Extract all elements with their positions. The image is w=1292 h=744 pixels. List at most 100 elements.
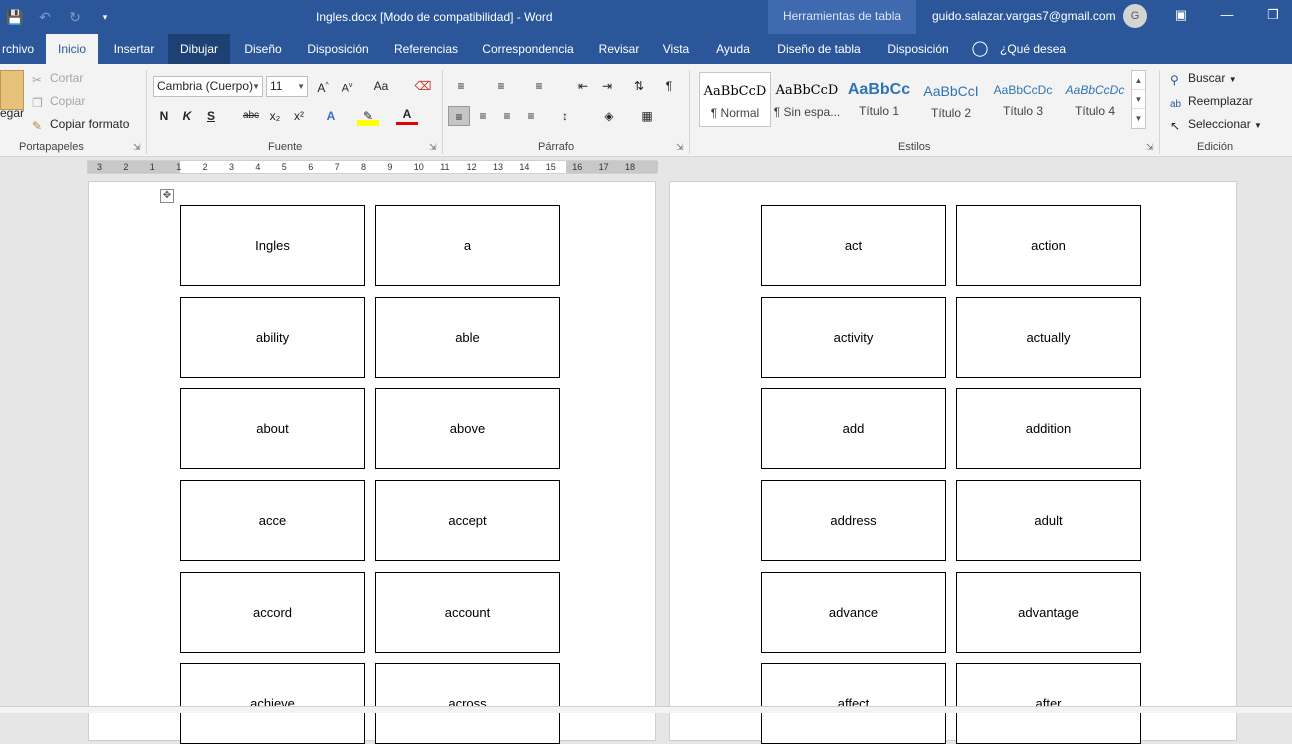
font-size-combo[interactable]: 11 ▼ (266, 76, 308, 97)
style-normal[interactable]: AaBbCcD ¶ Normal (699, 72, 771, 127)
save-icon[interactable]: 💾 (0, 9, 30, 26)
more-styles-icon[interactable]: ▼ (1132, 109, 1145, 128)
find-button[interactable]: ⚲ Buscar ▼ (1170, 71, 1237, 87)
strikethrough-button[interactable]: abc (240, 106, 262, 126)
styles-launcher-icon[interactable]: ⇲ (1146, 142, 1154, 153)
style-heading-3[interactable]: AaBbCcDc Título 3 (987, 72, 1059, 127)
table-cell[interactable]: add (761, 388, 946, 469)
tab-table-layout[interactable]: Disposición (880, 34, 956, 64)
style-heading-1[interactable]: AaBbCc Título 1 (843, 72, 915, 127)
tab-view[interactable]: Vista (656, 34, 696, 64)
account-email[interactable]: guido.salazar.vargas7@gmail.com (932, 9, 1116, 23)
format-painter-button[interactable]: ✎ Copiar formato (32, 117, 129, 133)
table-cell[interactable]: after (956, 663, 1141, 744)
horizontal-ruler[interactable]: 3 2 1 1 2 3 4 5 6 7 8 9 10 11 12 13 14 15 16 17 18 (87, 160, 658, 174)
tab-references[interactable]: Referencias (388, 34, 464, 64)
table-cell[interactable]: above (375, 388, 560, 469)
ribbon-display-icon[interactable]: ▣ (1158, 0, 1204, 32)
table-cell[interactable]: accept (375, 480, 560, 561)
borders-icon[interactable]: ▦ (636, 106, 658, 126)
tell-me-search[interactable]: ¿Qué desea hacer? (1000, 34, 1106, 86)
styles-gallery-scroll[interactable]: ▲ ▼ ▼ (1131, 70, 1146, 129)
font-launcher-icon[interactable]: ⇲ (429, 142, 437, 153)
table-cell[interactable]: affect (761, 663, 946, 744)
increase-indent-icon[interactable]: ⇥ (596, 76, 618, 96)
align-right-button[interactable]: ≡ (496, 106, 518, 126)
table-cell[interactable]: advantage (956, 572, 1141, 653)
line-spacing-icon[interactable]: ↕ (554, 106, 576, 126)
tab-table-design[interactable]: Diseño de tabla (770, 34, 868, 64)
tab-mailings[interactable]: Correspondencia (476, 34, 580, 64)
minimize-icon[interactable]: — (1204, 0, 1250, 32)
font-color-icon[interactable]: A (396, 106, 418, 125)
restore-icon[interactable]: ❐ (1250, 0, 1292, 32)
underline-button[interactable]: S (200, 106, 222, 126)
align-left-button[interactable]: ≡ (448, 106, 470, 126)
table-cell[interactable]: about (180, 388, 365, 469)
table-cell[interactable]: ability (180, 297, 365, 378)
table-cell[interactable]: Ingles (180, 205, 365, 286)
tab-layout[interactable]: Disposición (300, 34, 376, 64)
table-cell[interactable]: achieve (180, 663, 365, 744)
table-cell[interactable]: across (375, 663, 560, 744)
highlight-icon[interactable]: ✎ (357, 106, 379, 126)
document-area[interactable]: Ingles a ability able about above acce a… (0, 176, 1292, 744)
table-cell[interactable]: account (375, 572, 560, 653)
table-cell[interactable]: address (761, 480, 946, 561)
multilevel-list-icon[interactable]: ≡ (528, 76, 550, 96)
font-name-combo[interactable]: Cambria (Cuerpo) ▼ (153, 76, 263, 97)
align-center-button[interactable]: ≡ (472, 106, 494, 126)
paste-button[interactable]: egar (0, 106, 24, 120)
avatar[interactable]: G (1123, 4, 1147, 28)
superscript-button[interactable]: x² (288, 106, 310, 126)
clipboard-launcher-icon[interactable]: ⇲ (133, 142, 141, 153)
table-cell[interactable]: able (375, 297, 560, 378)
style-no-spacing[interactable]: AaBbCcD ¶ Sin espa... (771, 72, 843, 127)
table-cell[interactable]: acce (180, 480, 365, 561)
subscript-button[interactable]: x₂ (264, 106, 286, 126)
sort-icon[interactable]: ⇅ (628, 76, 650, 96)
page-2[interactable]: act action activity actually add additio… (669, 181, 1237, 744)
redo-icon[interactable]: ↻ (60, 9, 90, 26)
table-cell[interactable]: addition (956, 388, 1141, 469)
bold-button[interactable]: N (153, 106, 175, 126)
tab-home[interactable]: Inicio (46, 34, 98, 64)
style-heading-4[interactable]: AaBbCcDc Título 4 (1059, 72, 1131, 127)
replace-button[interactable]: ab Reemplazar (1170, 94, 1253, 113)
tab-file[interactable]: rchivo (0, 34, 36, 64)
clear-formatting-icon[interactable]: ⌫ (412, 76, 434, 96)
select-button[interactable]: ↖ Seleccionar ▼ (1170, 117, 1262, 133)
tab-review[interactable]: Revisar (592, 34, 646, 64)
shading-icon[interactable]: ◈ (598, 106, 620, 126)
numbering-icon[interactable]: ≡ (490, 76, 512, 96)
text-effects-icon[interactable]: A (320, 106, 342, 126)
cut-button[interactable]: ✂ Cortar (32, 71, 83, 87)
paragraph-launcher-icon[interactable]: ⇲ (676, 142, 684, 153)
grow-font-icon[interactable]: A^ (312, 76, 334, 96)
copy-button[interactable]: ❐ Copiar (32, 94, 85, 110)
table-cell[interactable]: action (956, 205, 1141, 286)
undo-icon[interactable]: ↶ (30, 9, 60, 26)
tab-draw[interactable]: Dibujar (168, 34, 230, 64)
decrease-indent-icon[interactable]: ⇤ (572, 76, 594, 96)
tab-design[interactable]: Diseño (238, 34, 288, 64)
chevron-down-icon[interactable]: ▼ (1132, 90, 1145, 109)
show-formatting-icon[interactable]: ¶ (658, 76, 680, 96)
shrink-font-icon[interactable]: Av (336, 76, 358, 96)
table-cell[interactable]: adult (956, 480, 1141, 561)
style-heading-2[interactable]: AaBbCcI Título 2 (915, 72, 987, 127)
customize-icon[interactable]: ▾ (90, 12, 120, 23)
justify-button[interactable]: ≡ (520, 106, 542, 126)
table-cell[interactable]: a (375, 205, 560, 286)
table-move-handle-icon[interactable]: ✥ (160, 189, 174, 203)
table-cell[interactable]: accord (180, 572, 365, 653)
bullets-icon[interactable]: ≡ (450, 76, 472, 96)
table-cell[interactable]: activity (761, 297, 946, 378)
tab-help[interactable]: Ayuda (708, 34, 758, 64)
page-1[interactable]: Ingles a ability able about above acce a… (88, 181, 656, 744)
lightbulb-icon[interactable]: ◯ (970, 34, 990, 64)
paste-icon[interactable] (0, 70, 24, 110)
change-case-icon[interactable]: Aa (366, 76, 396, 96)
chevron-up-icon[interactable]: ▲ (1132, 71, 1145, 90)
table-cell[interactable]: actually (956, 297, 1141, 378)
